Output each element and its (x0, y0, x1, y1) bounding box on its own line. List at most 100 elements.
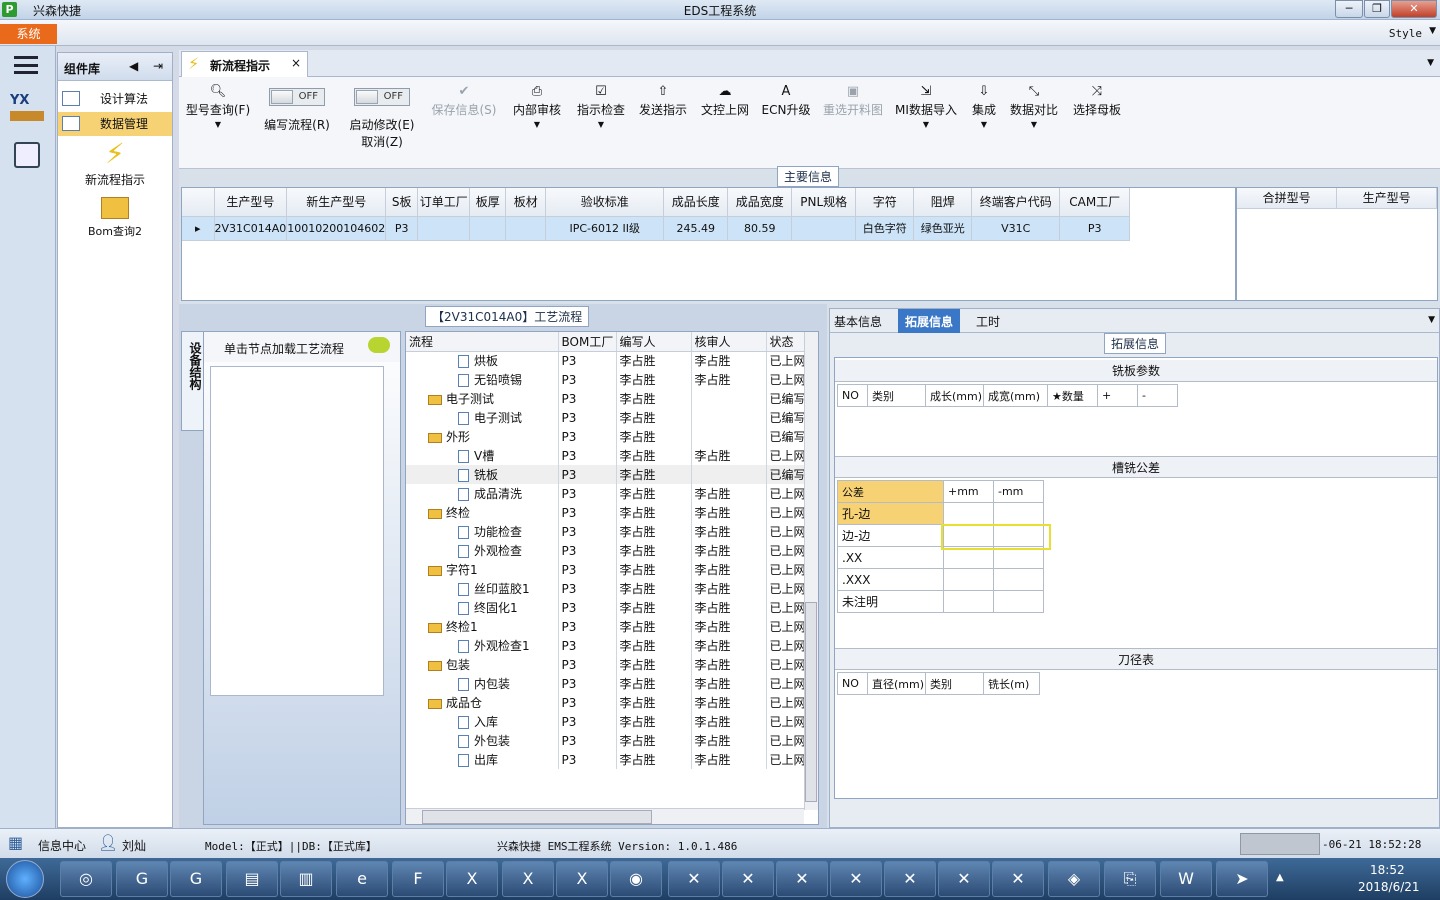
column-header[interactable]: 生产型号 (214, 188, 288, 217)
column-header[interactable]: 验收标准 (545, 188, 665, 217)
tree-node[interactable]: 外包装 (406, 731, 559, 750)
app-f-icon[interactable]: F (392, 861, 444, 897)
tab-extended-info[interactable]: 拓展信息 (898, 309, 961, 333)
tree-node[interactable]: 外观检查1 (406, 636, 559, 655)
column-header[interactable]: 订单工厂 (417, 188, 471, 217)
minimize-button[interactable]: ─ (1335, 0, 1363, 18)
mi-import-button[interactable]: ⇲ MI数据导入 ▼ (893, 83, 959, 129)
column-header[interactable]: NO (837, 384, 868, 407)
tab-close-icon[interactable]: × (291, 56, 301, 70)
table-cell[interactable] (943, 502, 994, 525)
tree-node[interactable]: 出库 (406, 750, 559, 769)
column-header[interactable]: 公差 (837, 480, 944, 503)
tree-row[interactable]: 外包装 P3 李占胜 李占胜 已上网 (406, 731, 805, 750)
tree-node[interactable]: 丝印蓝胶1 (406, 579, 559, 598)
tree-node[interactable]: 包装 (406, 655, 559, 674)
column-header[interactable]: PNL规格 (791, 188, 857, 217)
table-cell[interactable]: P3 (385, 216, 419, 241)
tree-node[interactable]: 铣板 (406, 465, 559, 484)
pdf-icon[interactable]: ⎘ (1104, 861, 1156, 897)
table-cell[interactable] (505, 216, 547, 241)
tree-node[interactable]: 内包装 (406, 674, 559, 693)
tree-row[interactable]: V槽 P3 李占胜 李占胜 已上网 (406, 446, 805, 465)
tray-expand-icon[interactable]: ▲ (1276, 872, 1284, 883)
write-flow-toggle[interactable]: OFF 编写流程(R) (261, 83, 333, 133)
column-header[interactable]: + (1097, 384, 1138, 407)
tree-node[interactable]: 电子测试 (406, 408, 559, 427)
column-header[interactable]: 成品宽度 (727, 188, 793, 217)
tree-row[interactable]: 内包装 P3 李占胜 李占胜 已上网 (406, 674, 805, 693)
app-g2-icon[interactable]: G (170, 861, 222, 897)
column-header[interactable]: - (1137, 384, 1178, 407)
tree-node[interactable]: 无铅喷锡 (406, 370, 559, 389)
horizontal-scrollbar[interactable] (406, 808, 804, 824)
tree-row[interactable]: 成品仓 P3 李占胜 李占胜 已上网 (406, 693, 805, 712)
tree-node[interactable]: V槽 (406, 446, 559, 465)
table-row[interactable]: 未注明 (837, 590, 1044, 613)
tree-node[interactable]: 终检 (406, 503, 559, 522)
column-header[interactable]: 生产型号 (1336, 188, 1437, 209)
column-header[interactable]: 类别 (867, 384, 926, 407)
tree-node[interactable]: 终检1 (406, 617, 559, 636)
tree-node[interactable]: 外观检查 (406, 541, 559, 560)
device-structure-vtab[interactable]: 设备结构 (181, 331, 205, 431)
table-cell[interactable] (943, 568, 994, 591)
save-info-button[interactable]: ✔ 保存信息(S) (429, 83, 499, 118)
tree-row[interactable]: 成品清洗 P3 李占胜 李占胜 已上网 (406, 484, 805, 503)
column-header[interactable]: 直径(mm) (867, 672, 926, 695)
tree-row[interactable]: 字符1 P3 李占胜 李占胜 已上网 (406, 560, 805, 579)
tab-new-flow[interactable]: ⚡ 新流程指示 × (181, 51, 308, 77)
model-query-button[interactable]: 🔍︎ 型号查询(F) ▼ (185, 83, 251, 129)
tab-dropdown-icon[interactable]: ▼ (1428, 315, 1435, 325)
table-cell[interactable] (791, 216, 857, 241)
tab-work-hours[interactable]: 工时 (976, 313, 1000, 330)
table-row[interactable]: .XXX (837, 568, 1044, 591)
pin-icon[interactable]: ⇥ (153, 59, 163, 73)
column-header[interactable]: 状态 (766, 332, 805, 352)
tree-row[interactable]: 出库 P3 李占胜 李占胜 已上网 (406, 750, 805, 769)
style-menu[interactable]: Style (1389, 27, 1422, 40)
system-menu-button[interactable]: 系统 (0, 24, 57, 44)
column-header[interactable]: 核审人 (691, 332, 767, 352)
doc-upload-button[interactable]: ☁ 文控上网 (697, 83, 753, 118)
data-compare-button[interactable]: ⤡ 数据对比 ▼ (1007, 83, 1061, 129)
column-header[interactable]: 成长(mm) (925, 384, 984, 407)
column-header[interactable]: S板 (385, 188, 419, 217)
start-button[interactable] (6, 860, 44, 898)
table-cell[interactable] (943, 590, 994, 613)
column-header[interactable]: BOM工厂 (558, 332, 617, 352)
table-cell[interactable]: 245.49 (663, 216, 729, 241)
column-header[interactable]: 阻焊 (913, 188, 973, 217)
table-cell[interactable] (993, 590, 1044, 613)
tree-row[interactable]: 外观检查1 P3 李占胜 李占胜 已上网 (406, 636, 805, 655)
tab-list-dropdown-icon[interactable]: ▼ (1427, 58, 1434, 68)
tree-row[interactable]: 烘板 P3 李占胜 李占胜 已上网 (406, 351, 805, 370)
table-cell[interactable]: 10010200104602 (286, 216, 387, 241)
table-cell[interactable]: V31C (971, 216, 1061, 241)
internal-review-button[interactable]: ⎙ 内部审核 ▼ (509, 83, 565, 129)
excel2-icon[interactable]: X (502, 861, 554, 897)
tree-node[interactable]: 终固化1 (406, 598, 559, 617)
excel-x5-icon[interactable]: ✕ (884, 861, 936, 897)
tree-node[interactable]: 功能检查 (406, 522, 559, 541)
table-cell[interactable] (993, 568, 1044, 591)
column-header[interactable]: 新生产型号 (286, 188, 387, 217)
dropdown-arrow-icon[interactable]: ▼ (185, 120, 251, 129)
tree-row[interactable]: 终固化1 P3 李占胜 李占胜 已上网 (406, 598, 805, 617)
tree-row[interactable]: 包装 P3 李占胜 李占胜 已上网 (406, 655, 805, 674)
tree-node[interactable]: 烘板 (406, 351, 559, 370)
table-cell[interactable]: P3 (1059, 216, 1131, 241)
column-header[interactable]: CAM工厂 (1059, 188, 1131, 217)
app-g-icon[interactable]: G (116, 861, 168, 897)
ie-icon[interactable]: e (336, 861, 388, 897)
status-tray-icons[interactable] (1240, 833, 1320, 855)
tree-row[interactable]: 外形 P3 李占胜 已编写 (406, 427, 805, 446)
tab-basic-info[interactable]: 基本信息 (834, 313, 882, 330)
style-dropdown-icon[interactable]: ▼ (1429, 26, 1436, 36)
chat-icon[interactable]: ➤ (1216, 861, 1268, 897)
tree-node[interactable]: 外形 (406, 427, 559, 446)
tree-row[interactable]: 入库 P3 李占胜 李占胜 已上网 (406, 712, 805, 731)
table-row[interactable]: 孔-边 (837, 502, 1044, 525)
bom-query-shortcut[interactable]: Bom查询2 (58, 197, 172, 239)
integrate-button[interactable]: ⇩ 集成 ▼ (967, 83, 1001, 129)
